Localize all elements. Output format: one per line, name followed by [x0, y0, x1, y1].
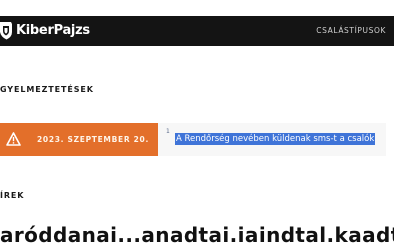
- page: KiberPajzs CSALÁSTÍPUSOK GYELMEZTETÉSEK …: [0, 0, 394, 246]
- alert-link[interactable]: A Rendőrség nevében küldenak sms-t a csa…: [175, 133, 376, 145]
- top-navigation-bar: KiberPajzs CSALÁSTÍPUSOK: [0, 16, 394, 46]
- site-brand-name[interactable]: KiberPajzs: [16, 22, 90, 40]
- alert-date: 2023. SZEPTEMBER 20.: [37, 135, 150, 144]
- shield-icon[interactable]: [0, 21, 13, 40]
- warning-alert[interactable]: 2023. SZEPTEMBER 20. 1 A Rendőrség nevéb…: [0, 123, 386, 156]
- news-section-title: ÍREK: [0, 191, 25, 200]
- alert-index: 1: [166, 128, 170, 135]
- nav-link-fraud-types[interactable]: CSALÁSTÍPUSOK: [316, 26, 386, 36]
- news-headline[interactable]: aróddanai...anadtai.iaindtal.kaadtái.a.i…: [0, 223, 394, 246]
- alert-date-badge: 2023. SZEPTEMBER 20.: [0, 123, 158, 156]
- warnings-section-title: GYELMEZTETÉSEK: [0, 85, 94, 94]
- warning-triangle-icon: [6, 132, 21, 146]
